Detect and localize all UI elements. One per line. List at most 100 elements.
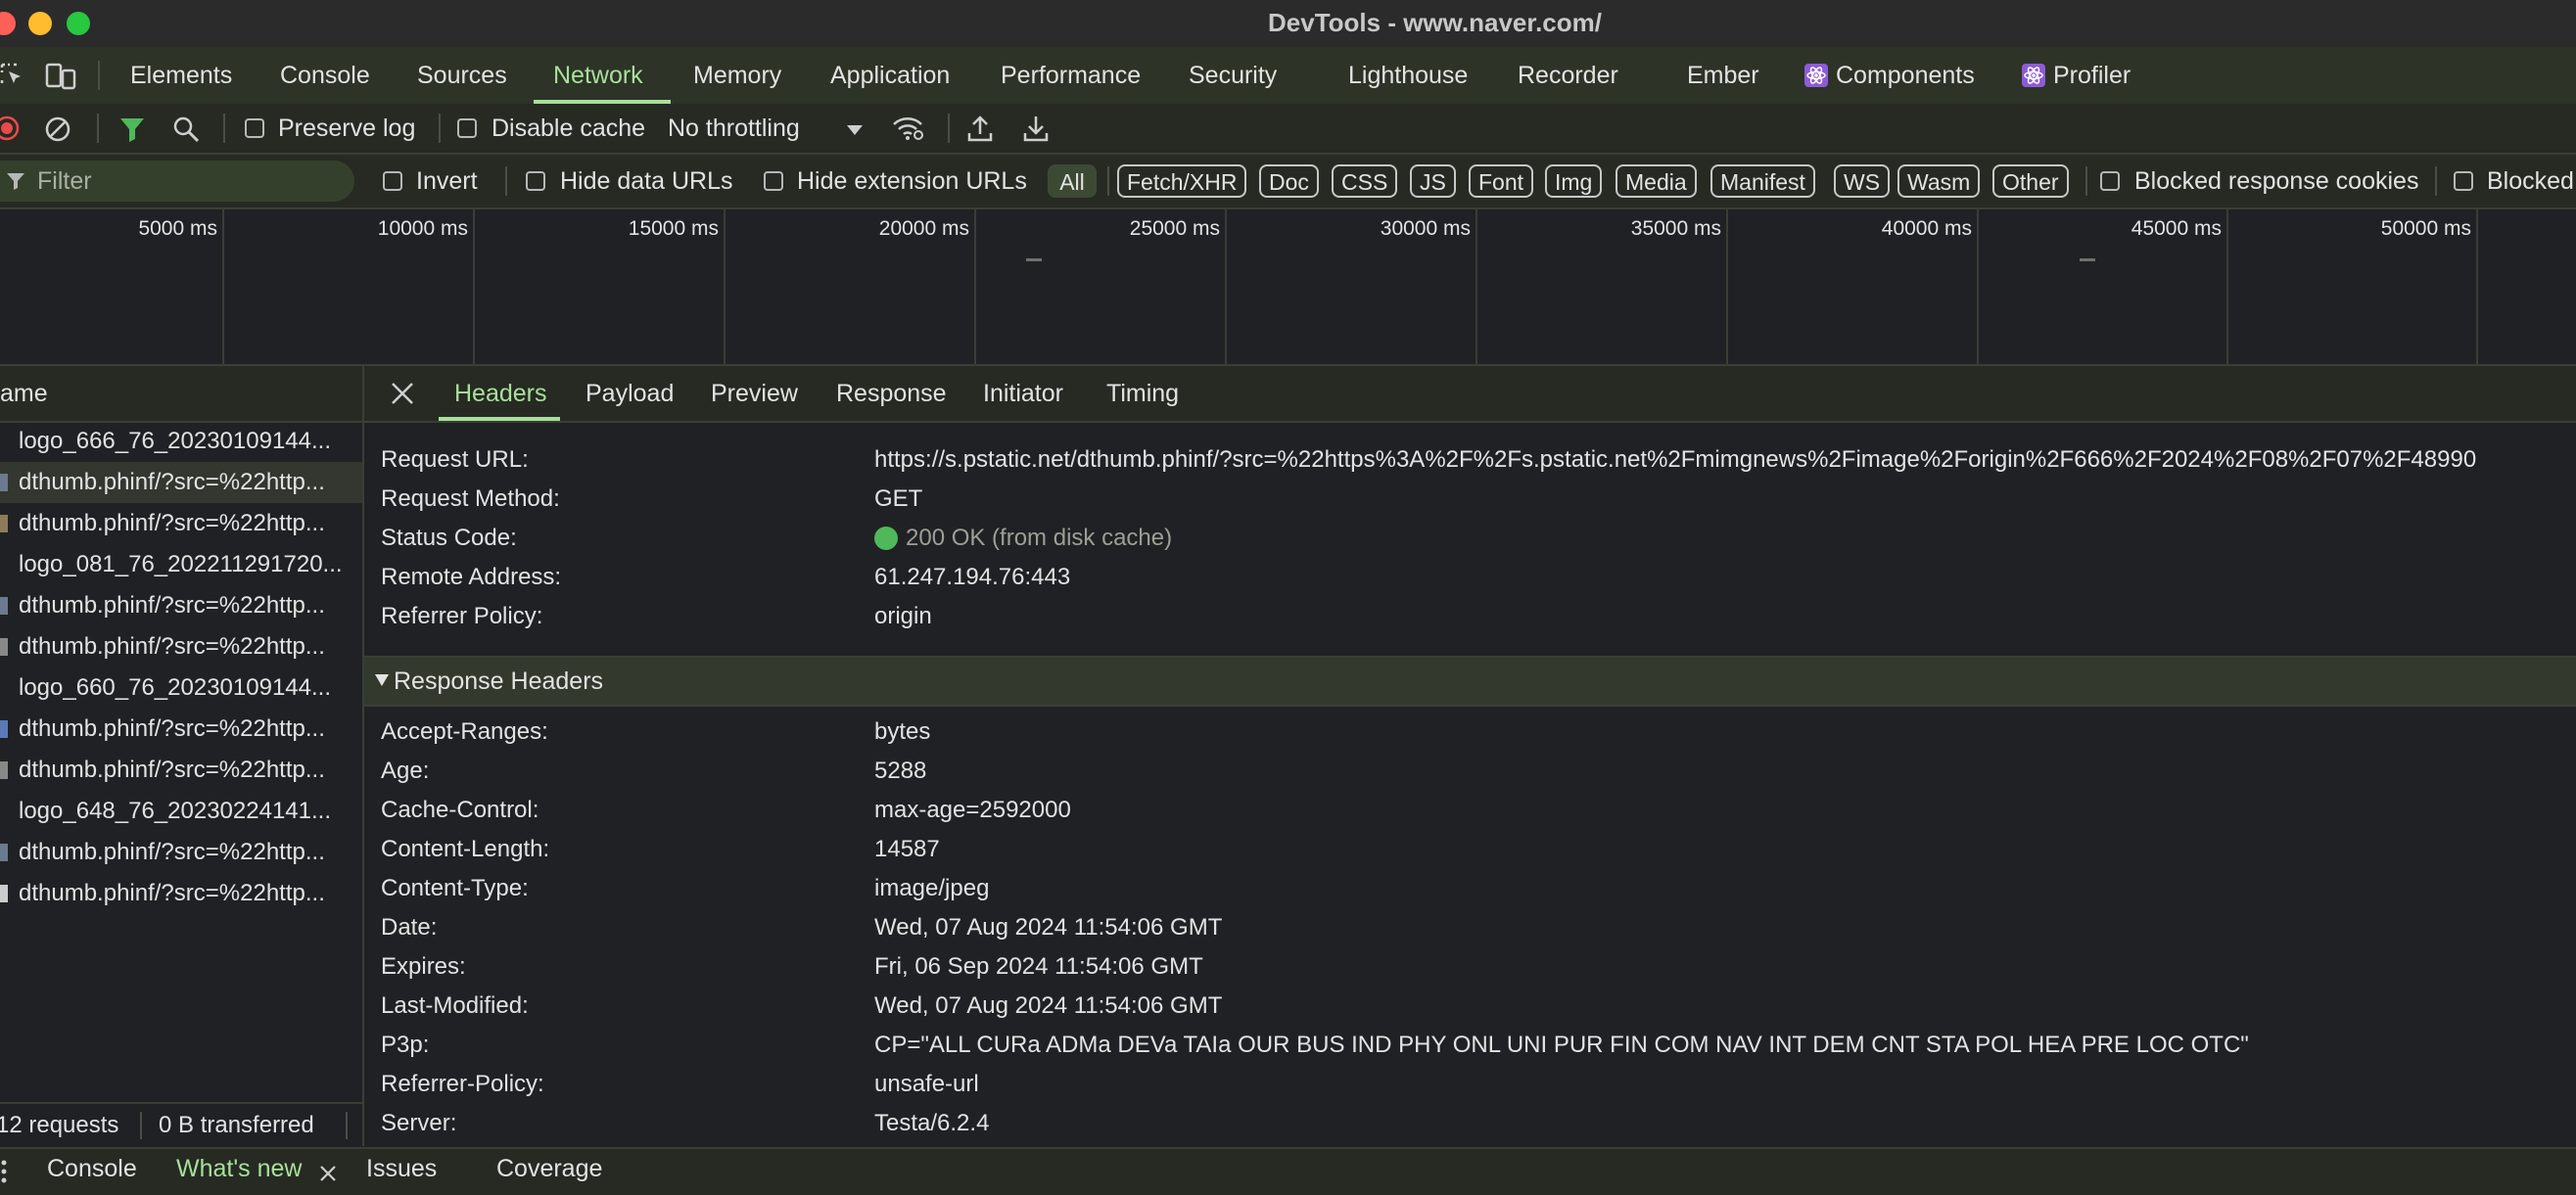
header-key: Last-Modified: <box>381 992 529 1019</box>
filter-type-doc[interactable]: Doc <box>1259 164 1319 198</box>
image-file-icon <box>0 761 8 779</box>
response-headers-section[interactable]: Response Headers <box>364 656 2576 707</box>
tab-timing[interactable]: Timing <box>1106 366 1179 421</box>
drawer-tab-whats-new[interactable]: What's new <box>176 1155 302 1183</box>
blocked-requests-label: Blocked <box>2487 167 2574 195</box>
invert-label: Invert <box>416 167 478 195</box>
header-key: Referrer-Policy: <box>381 1071 544 1097</box>
window-title-bar: DevTools - www.naver.com/ <box>0 0 2576 47</box>
filter-type-ws[interactable]: WS <box>1834 164 1891 198</box>
filter-type-js[interactable]: JS <box>1410 164 1456 198</box>
request-row[interactable]: dthumb.phinf/?src=%22http... <box>0 462 362 503</box>
triangle-down-icon <box>374 673 390 687</box>
header-key: Referrer Policy: <box>381 603 543 629</box>
filter-divider <box>2435 166 2437 196</box>
device-toolbar-icon[interactable] <box>45 61 76 90</box>
hide-data-urls-label: Hide data URLs <box>560 167 733 195</box>
response-headers-title: Response Headers <box>394 667 604 695</box>
tab-payload[interactable]: Payload <box>585 366 674 421</box>
blocked-response-cookies-checkbox[interactable] <box>2100 171 2120 191</box>
close-icon[interactable] <box>319 1165 337 1182</box>
filter-type-other[interactable]: Other <box>1992 164 2069 198</box>
filter-input[interactable]: Filter <box>0 161 354 202</box>
blocked-requests-checkbox[interactable] <box>2454 171 2473 191</box>
export-har-icon[interactable] <box>1022 114 1050 143</box>
tab-elements[interactable]: Elements <box>130 47 232 104</box>
network-conditions-icon[interactable] <box>891 114 924 143</box>
filter-type-img[interactable]: Img <box>1545 164 1603 198</box>
preserve-log-checkbox[interactable] <box>245 118 264 138</box>
request-row[interactable]: dthumb.phinf/?src=%22http... <box>0 873 362 914</box>
overview-tick-label: 35000 ms <box>1630 217 1721 240</box>
tab-profiler[interactable]: Profiler <box>2053 47 2131 104</box>
status-ok-icon <box>874 527 898 550</box>
drawer-tab-console[interactable]: Console <box>47 1155 137 1183</box>
tab-security[interactable]: Security <box>1189 47 1277 104</box>
filter-type-manifest[interactable]: Manifest <box>1710 164 1815 198</box>
tab-sources[interactable]: Sources <box>417 47 507 104</box>
tab-components[interactable]: Components <box>1836 47 1975 104</box>
tab-recorder[interactable]: Recorder <box>1518 47 1618 104</box>
toolbar-divider <box>948 114 950 143</box>
overview-gridline <box>974 209 976 364</box>
overview-gridline <box>2476 209 2478 364</box>
request-row[interactable]: dthumb.phinf/?src=%22http... <box>0 626 362 667</box>
tab-application[interactable]: Application <box>830 47 950 104</box>
inspect-element-icon[interactable] <box>0 63 23 88</box>
import-har-icon[interactable] <box>966 114 994 143</box>
tab-preview[interactable]: Preview <box>711 366 798 421</box>
hide-extension-urls-checkbox[interactable] <box>764 171 783 191</box>
filter-type-font[interactable]: Font <box>1469 164 1534 198</box>
close-icon[interactable] <box>390 381 415 406</box>
request-name: dthumb.phinf/?src=%22http... <box>19 880 325 906</box>
tab-initiator[interactable]: Initiator <box>983 366 1063 421</box>
request-row[interactable]: dthumb.phinf/?src=%22http... <box>0 709 362 750</box>
record-icon[interactable] <box>0 115 20 141</box>
overview-tick-label: 50000 ms <box>2380 217 2471 240</box>
header-value: Fri, 06 Sep 2024 11:54:06 GMT <box>874 953 1203 980</box>
overview-gridline <box>724 209 726 364</box>
overview-tick-label: 30000 ms <box>1380 217 1471 240</box>
filter-type-media[interactable]: Media <box>1616 164 1697 198</box>
filter-icon[interactable] <box>118 115 146 143</box>
filter-type-wasm[interactable]: Wasm <box>1897 164 1981 198</box>
transferred-size: 0 B transferred <box>159 1112 314 1138</box>
request-row[interactable]: dthumb.phinf/?src=%22http... <box>0 503 362 544</box>
drawer-tab-coverage[interactable]: Coverage <box>496 1155 602 1183</box>
header-key: Status Code: <box>381 525 517 551</box>
request-row[interactable]: logo_660_76_20230109144... <box>0 667 362 709</box>
more-options-icon[interactable] <box>0 1159 8 1184</box>
blocked-response-cookies-label: Blocked response cookies <box>2134 167 2419 195</box>
request-row[interactable]: dthumb.phinf/?src=%22http... <box>0 832 362 873</box>
disable-cache-checkbox[interactable] <box>457 118 477 138</box>
tab-console[interactable]: Console <box>280 47 370 104</box>
request-row[interactable]: logo_666_76_20230109144... <box>0 421 362 462</box>
request-row[interactable]: dthumb.phinf/?src=%22http... <box>0 750 362 791</box>
chevron-down-icon[interactable] <box>846 123 864 135</box>
tab-network[interactable]: Network <box>553 47 643 104</box>
tab-response[interactable]: Response <box>836 366 947 421</box>
filter-type-fetch-xhr[interactable]: Fetch/XHR <box>1117 164 1247 198</box>
filter-type-css[interactable]: CSS <box>1332 164 1398 198</box>
tab-ember[interactable]: Ember <box>1687 47 1759 104</box>
invert-checkbox[interactable] <box>383 171 402 191</box>
hide-data-urls-checkbox[interactable] <box>526 171 545 191</box>
tab-lighthouse[interactable]: Lighthouse <box>1348 47 1468 104</box>
name-column-header[interactable]: ame <box>0 366 362 423</box>
preserve-log-label: Preserve log <box>278 115 416 142</box>
drawer-tab-issues[interactable]: Issues <box>366 1155 437 1183</box>
filter-type-all[interactable]: All <box>1048 164 1097 198</box>
request-row[interactable]: logo_081_76_202211291720... <box>0 544 362 585</box>
request-row[interactable]: dthumb.phinf/?src=%22http... <box>0 585 362 626</box>
header-value: max-age=2592000 <box>874 797 1071 823</box>
request-name: dthumb.phinf/?src=%22http... <box>19 715 325 742</box>
tab-performance[interactable]: Performance <box>1001 47 1141 104</box>
header-value: image/jpeg <box>874 875 990 901</box>
request-row[interactable]: logo_648_76_20230224141... <box>0 791 362 832</box>
clear-icon[interactable] <box>44 115 71 143</box>
remote-address-value: 61.247.194.76:443 <box>874 564 1071 590</box>
tab-memory[interactable]: Memory <box>693 47 781 104</box>
tab-headers[interactable]: Headers <box>454 366 547 421</box>
throttling-select[interactable]: No throttling <box>668 115 800 143</box>
search-icon[interactable] <box>172 115 200 143</box>
